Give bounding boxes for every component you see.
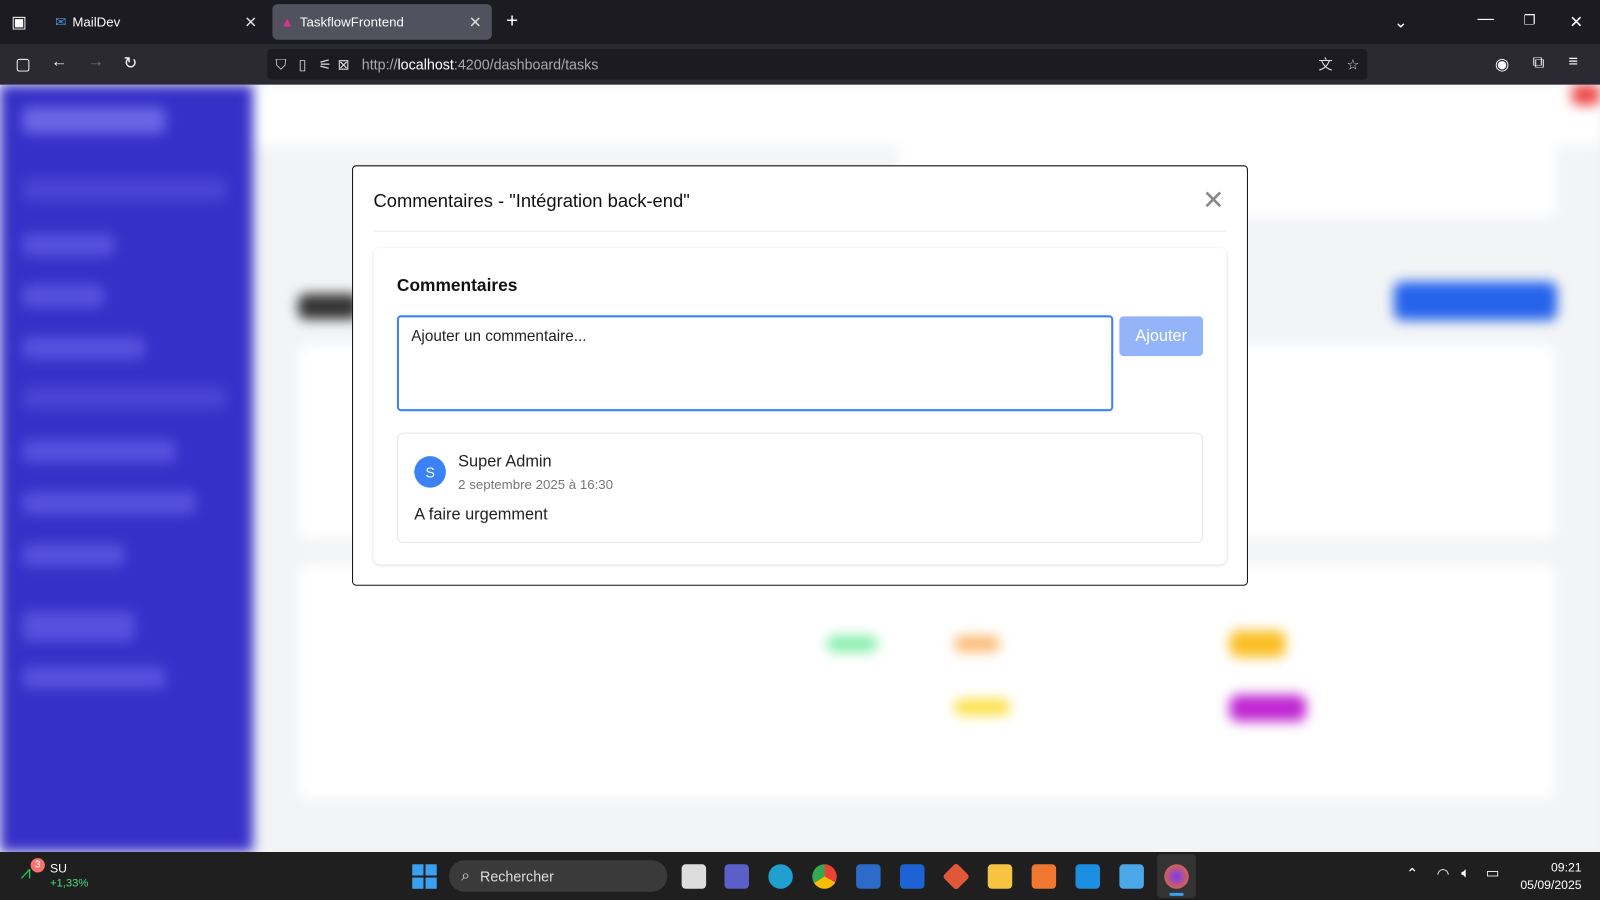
comment-date: 2 septembre 2025 à 16:30: [458, 476, 614, 492]
powershell-icon[interactable]: [856, 864, 881, 889]
firefox-icon: [1164, 864, 1189, 889]
task-view-icon[interactable]: [681, 864, 707, 889]
clock[interactable]: 09:21 05/09/2025: [1520, 860, 1581, 892]
angular-icon: ▲: [280, 14, 294, 30]
minimize-icon[interactable]: —: [1478, 10, 1494, 28]
shield-icon: ⛉: [275, 55, 287, 72]
comment-text: A faire urgemment: [414, 506, 548, 524]
screen-share-off-icon: ⊠: [337, 55, 350, 72]
extensions-icon[interactable]: ⧉: [1533, 54, 1545, 72]
search-placeholder: Rechercher: [480, 867, 554, 885]
xampp-icon[interactable]: [1031, 864, 1057, 889]
edge-icon[interactable]: [768, 864, 793, 889]
git-icon[interactable]: [942, 862, 970, 891]
file-explorer-icon[interactable]: [987, 864, 1013, 889]
battery-icon[interactable]: ▭: [1486, 864, 1500, 881]
comments-modal: Commentaires - "Intégration back-end" ✕ …: [352, 165, 1248, 586]
url-prefix: http://: [361, 56, 398, 73]
page-icon: ▯: [298, 55, 307, 72]
url-host: localhost: [397, 56, 454, 73]
chrome-icon[interactable]: [812, 864, 837, 889]
close-window-icon[interactable]: ✕: [1569, 12, 1583, 32]
notepad-icon[interactable]: [1119, 864, 1144, 889]
close-tab-icon[interactable]: ✕: [244, 13, 257, 31]
firefox-taskbar-button[interactable]: [1157, 854, 1196, 898]
stock-chart-icon[interactable]: ⩘: [20, 862, 30, 883]
stock-name: SU: [49, 861, 68, 876]
back-icon[interactable]: ←: [51, 53, 67, 71]
url-bar[interactable]: ⛉ ▯ ⚟ ⊠ http://localhost:4200/dashboard/…: [267, 48, 1368, 80]
close-tab-icon[interactable]: ✕: [469, 13, 482, 31]
app-page: Commentaires - "Intégration back-end" ✕ …: [0, 84, 1600, 853]
volume-icon[interactable]: 🔈︎: [1461, 864, 1470, 881]
azure-data-studio-icon[interactable]: [899, 864, 925, 889]
wifi-icon[interactable]: ◠: [1437, 865, 1449, 882]
stock-change: +1,33%: [49, 877, 89, 890]
translate-icon[interactable]: 文: [1318, 54, 1332, 74]
teams-icon[interactable]: [724, 864, 749, 889]
divider: [373, 230, 1227, 232]
tab-list-icon[interactable]: ▣: [11, 12, 26, 32]
forward-icon[interactable]: →: [88, 53, 104, 71]
windows-taskbar: ⩘ 3 SU +1,33% ⌕ Rechercher ⌃ ◠ 🔈︎ ▭ 09:2…: [0, 852, 1600, 900]
time: 09:21: [1550, 860, 1582, 875]
restore-icon[interactable]: ❐: [1523, 12, 1535, 28]
mail-icon: ✉: [55, 13, 67, 30]
comments-card: Commentaires Ajouter S Super Admin 2 sep…: [373, 247, 1227, 565]
navigation-bar: ▢ ← → ↻ ⛉ ▯ ⚟ ⊠ http://localhost:4200/da…: [0, 43, 1600, 85]
sidebar-icon[interactable]: ▢: [15, 54, 30, 74]
section-title: Commentaires: [396, 275, 518, 295]
search-icon: ⌕: [461, 867, 470, 885]
windows-start-icon[interactable]: [412, 864, 437, 889]
permissions-icon: ⚟: [318, 55, 332, 72]
tab-taskflow[interactable]: ▲ TaskflowFrontend ✕: [272, 4, 492, 40]
comment-item: S Super Admin 2 septembre 2025 à 16:30 A…: [396, 432, 1204, 543]
browser-tab-bar: ▣ ✉ MailDev ✕ ▲ TaskflowFrontend ✕ + ⌄ —…: [0, 0, 1600, 44]
bookmark-star-icon[interactable]: ☆: [1346, 56, 1359, 73]
modal-title: Commentaires - "Intégration back-end": [373, 190, 690, 212]
new-tab-icon[interactable]: +: [506, 10, 518, 33]
date: 05/09/2025: [1520, 877, 1582, 892]
avatar: S: [414, 456, 446, 488]
taskbar-search[interactable]: ⌕ Rechercher: [448, 860, 668, 892]
add-comment-button[interactable]: Ajouter: [1119, 316, 1204, 357]
tab-maildev[interactable]: ✉ MailDev ✕: [45, 4, 267, 40]
vscode-icon[interactable]: [1075, 864, 1100, 889]
url-path: :4200/dashboard/tasks: [453, 56, 599, 73]
tab-label: TaskflowFrontend: [299, 14, 404, 30]
close-icon[interactable]: ✕: [1202, 185, 1224, 217]
comment-author: Super Admin: [458, 453, 552, 471]
chevron-up-icon[interactable]: ⌃: [1406, 865, 1418, 882]
reload-icon[interactable]: ↻: [123, 53, 137, 73]
menu-icon[interactable]: ≡: [1568, 53, 1578, 71]
comment-input[interactable]: [396, 315, 1114, 412]
account-icon[interactable]: ◉: [1495, 54, 1509, 74]
tab-label: MailDev: [72, 14, 121, 30]
notification-badge: 3: [30, 858, 45, 873]
chevron-down-icon[interactable]: ⌄: [1394, 12, 1408, 32]
